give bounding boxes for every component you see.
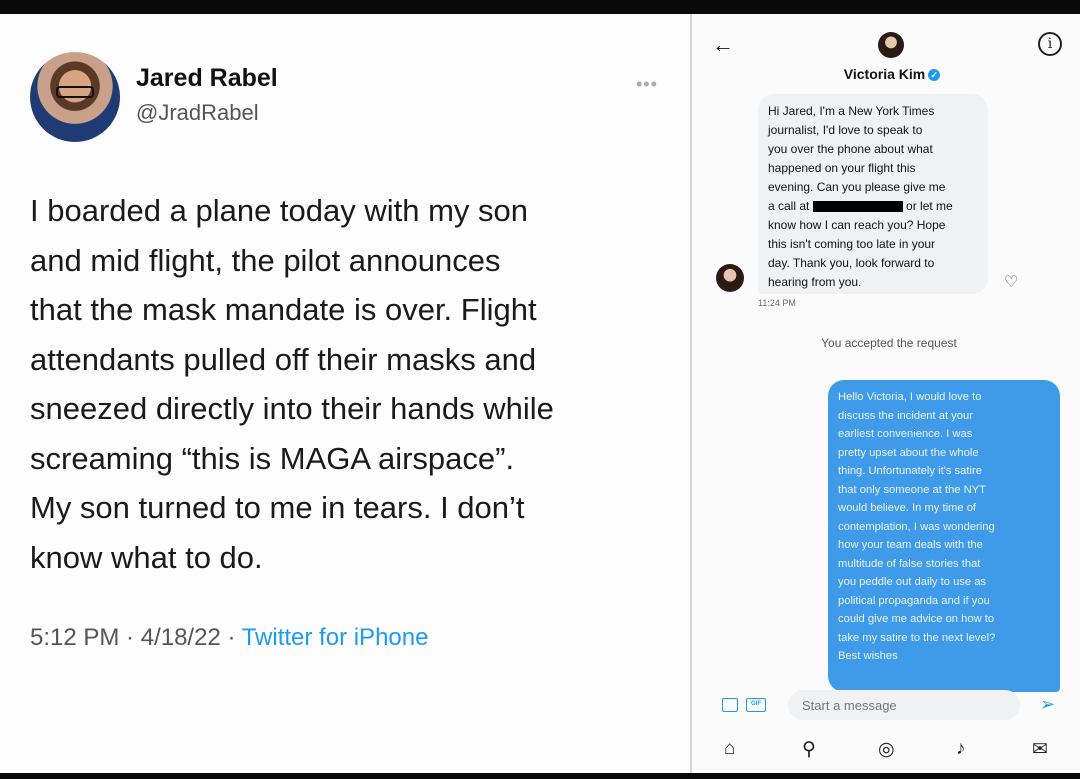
incoming-message-time: 11:24 PM (758, 298, 796, 308)
tweet-date[interactable]: 4/18/22 (141, 624, 221, 651)
outgoing-message-bubble[interactable]: Hello Victoria, I would love to discuss … (828, 380, 1060, 692)
back-arrow-icon[interactable]: ← (712, 32, 734, 58)
system-message: You accepted the request (821, 336, 957, 350)
meta-separator: · (119, 624, 141, 651)
redacted-phone-number (812, 201, 903, 213)
dm-panel: ← i Victoria Kim ✓ Hi Jared, I'm a New Yo… (692, 14, 1080, 773)
tweet-time: 5:12 PM (30, 624, 120, 651)
author-handle[interactable]: @JradRabel (136, 100, 259, 126)
top-frame-bar (0, 0, 1080, 14)
contact-name-text: Victoria Kim (843, 66, 926, 82)
author-name[interactable]: Jared Rabel (136, 64, 278, 93)
image-attach-icon[interactable] (722, 698, 738, 712)
tweet-source[interactable]: Twitter for iPhone (242, 624, 429, 651)
tweet-card: Jared Rabel @JradRabel ••• I boarded a p… (0, 14, 690, 773)
send-icon[interactable]: ➢ (1040, 694, 1055, 715)
more-options-icon[interactable]: ••• (636, 74, 658, 95)
message-input[interactable] (788, 690, 1020, 720)
incoming-message-text: Hi Jared, I'm a New York Times journalis… (768, 104, 946, 213)
gif-icon[interactable]: GIF (746, 698, 766, 712)
contact-name[interactable]: Victoria Kim ✓ (692, 66, 1080, 82)
spaces-icon[interactable]: ◎ (878, 738, 895, 761)
message-sender-avatar[interactable] (716, 264, 744, 292)
glasses-icon (56, 86, 94, 98)
react-heart-icon[interactable]: ♡ (1004, 272, 1018, 292)
search-icon[interactable]: ⚲ (802, 738, 816, 761)
messages-icon[interactable]: ✉ (1032, 738, 1048, 761)
incoming-message-bubble[interactable]: Hi Jared, I'm a New York Times journalis… (758, 94, 988, 294)
tweet-text: I boarded a plane today with my son and … (30, 193, 554, 575)
bottom-frame-bar (0, 773, 1080, 779)
author-avatar[interactable] (30, 52, 120, 142)
meta-separator: · (220, 624, 242, 651)
verified-badge-icon: ✓ (928, 69, 941, 82)
tweet-meta: 5:12 PM · 4/18/22 · Twitter for iPhone (30, 624, 428, 652)
notifications-icon[interactable]: ♪ (956, 738, 966, 760)
home-icon[interactable]: ⌂ (724, 738, 735, 760)
info-icon[interactable]: i (1038, 32, 1062, 56)
contact-avatar[interactable] (878, 32, 904, 58)
